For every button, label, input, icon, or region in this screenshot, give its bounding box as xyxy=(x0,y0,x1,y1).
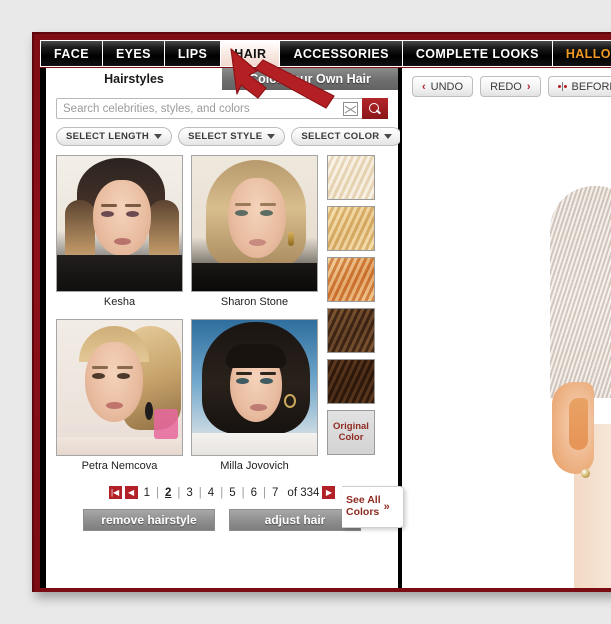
celebrity-portrait xyxy=(192,320,317,455)
page-4[interactable]: 4 xyxy=(205,487,217,499)
model-preview-image[interactable] xyxy=(514,186,611,588)
remove-hairstyle-button[interactable]: remove hairstyle xyxy=(83,509,215,531)
editor-toolbar: ‹ UNDO REDO › BEFORE xyxy=(402,68,611,97)
swatch-original-color[interactable]: Original Color xyxy=(327,410,375,455)
chevron-down-icon xyxy=(384,134,393,139)
celebrity-portrait xyxy=(192,156,317,291)
page-separator: | xyxy=(155,486,159,499)
total-pages-label: of 334 xyxy=(287,486,320,499)
redo-button[interactable]: REDO › xyxy=(480,76,541,97)
hairstyle-card[interactable]: Sharon Stone xyxy=(191,155,318,314)
select-length-label: SELECT LENGTH xyxy=(66,131,150,142)
model-earring xyxy=(581,469,590,478)
prev-page-icon[interactable]: ◀ xyxy=(124,486,138,499)
chevron-left-icon: ‹ xyxy=(422,80,426,93)
hairstyle-thumbnail[interactable] xyxy=(191,155,318,292)
page-2[interactable]: 2 xyxy=(162,487,174,499)
swatch-copper-red[interactable] xyxy=(327,257,375,302)
select-style-label: SELECT STYLE xyxy=(188,131,263,142)
swatch-golden-blonde[interactable] xyxy=(327,206,375,251)
hairstyle-card[interactable]: Milla Jovovich xyxy=(191,319,318,478)
hairstyle-thumbnail[interactable] xyxy=(56,155,183,292)
see-all-colors-label: See All Colors xyxy=(346,494,381,518)
chevron-right-icon: › xyxy=(526,80,531,93)
page-3[interactable]: 3 xyxy=(183,487,195,499)
hairstyle-name: Petra Nemcova xyxy=(81,460,158,472)
preview-stage: ‹ UNDO REDO › BEFORE xyxy=(402,68,611,588)
page-separator: | xyxy=(241,486,245,499)
hairstyle-thumbnail[interactable] xyxy=(191,319,318,456)
undo-button[interactable]: ‹ UNDO xyxy=(412,76,474,97)
before-button[interactable]: BEFORE xyxy=(547,76,611,97)
select-style-dropdown[interactable]: SELECT STYLE xyxy=(178,127,286,146)
nav-tab-halloween[interactable]: HALLOWEEN xyxy=(552,41,611,66)
before-label: BEFORE xyxy=(571,80,611,93)
hair-color-swatch-column: Original Color xyxy=(327,155,387,478)
original-color-label: Original Color xyxy=(333,420,369,443)
clear-search-icon[interactable] xyxy=(343,101,358,116)
celebrity-portrait xyxy=(57,320,182,455)
search-icon xyxy=(369,102,381,115)
hairstyle-name: Milla Jovovich xyxy=(220,460,289,472)
page-separator: | xyxy=(198,486,202,499)
swatch-dark-brown[interactable] xyxy=(327,359,375,404)
first-page-icon[interactable]: |◀ xyxy=(108,486,122,499)
see-all-colors-button[interactable]: See All Colors » xyxy=(342,486,404,528)
select-color-dropdown[interactable]: SELECT COLOR xyxy=(291,127,403,146)
redo-label: REDO xyxy=(490,80,522,93)
hairstyle-card[interactable]: Petra Nemcova xyxy=(56,319,183,478)
page-6[interactable]: 6 xyxy=(248,487,260,499)
filter-row: SELECT LENGTH SELECT STYLE SELECT COLOR xyxy=(46,119,403,146)
nav-tab-eyes[interactable]: EYES xyxy=(102,41,165,66)
page-separator: | xyxy=(177,486,181,499)
hairstyle-name: Sharon Stone xyxy=(220,296,289,308)
undo-label: UNDO xyxy=(430,80,464,93)
subtab-hairstyles[interactable]: Hairstyles xyxy=(46,68,222,90)
red-arrow-pointer xyxy=(222,44,342,110)
app-frame: FACE EYES LIPS HAIR ACCESSORIES COMPLETE… xyxy=(32,32,611,592)
swatch-medium-brown[interactable] xyxy=(327,308,375,353)
page-1[interactable]: 1 xyxy=(141,487,153,499)
select-color-label: SELECT COLOR xyxy=(301,131,380,142)
chevron-down-icon xyxy=(154,134,163,139)
celebrity-portrait xyxy=(57,156,182,291)
page-separator: | xyxy=(263,486,267,499)
nav-tab-complete-looks[interactable]: COMPLETE LOOKS xyxy=(402,41,553,66)
chevron-down-icon xyxy=(267,134,276,139)
hairstyle-card[interactable]: Kesha xyxy=(56,155,183,314)
page-7[interactable]: 7 xyxy=(269,487,281,499)
screenshot-root: FACE EYES LIPS HAIR ACCESSORIES COMPLETE… xyxy=(0,0,611,624)
swatch-light-blonde[interactable] xyxy=(327,155,375,200)
nav-tab-lips[interactable]: LIPS xyxy=(164,41,222,66)
chevron-right-double-icon: » xyxy=(383,501,390,513)
before-after-slider-icon xyxy=(557,82,567,91)
hairstyle-thumbnail[interactable] xyxy=(56,319,183,456)
hairstyle-grid: Kesha Sharon Stone Petra Nemcova Milla J… xyxy=(56,155,318,478)
model-hair xyxy=(550,186,611,398)
page-5[interactable]: 5 xyxy=(226,487,238,499)
model-ear-inner xyxy=(569,398,588,450)
select-length-dropdown[interactable]: SELECT LENGTH xyxy=(56,127,173,146)
hairstyle-name: Kesha xyxy=(103,296,136,308)
nav-tab-face[interactable]: FACE xyxy=(41,41,103,66)
page-separator: | xyxy=(220,486,224,499)
search-submit-button[interactable] xyxy=(362,98,388,119)
next-page-icon[interactable]: ▶ xyxy=(322,486,336,499)
styles-and-colors-row: Kesha Sharon Stone Petra Nemcova Milla J… xyxy=(46,146,398,478)
